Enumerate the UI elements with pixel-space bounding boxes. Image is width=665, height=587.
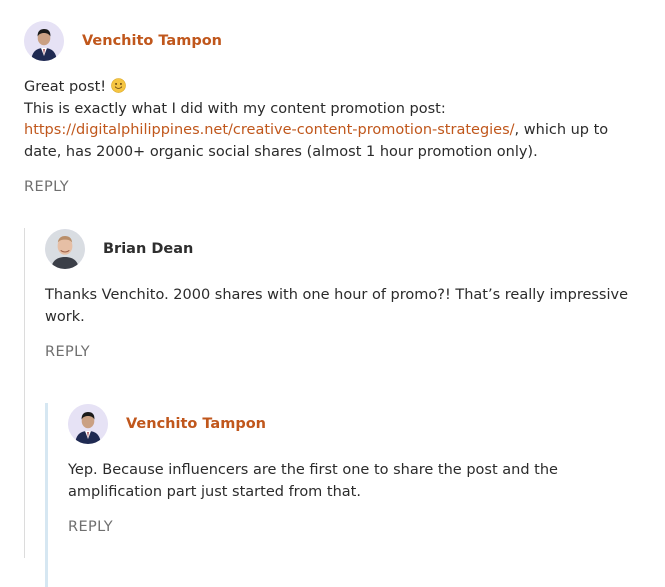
comment-body: Great post! This is exactly what I did w… — [24, 77, 644, 163]
comment-link[interactable]: https://digitalphilippines.net/creative-… — [24, 122, 515, 138]
comment-body: Thanks Venchito. 2000 shares with one ho… — [45, 287, 629, 325]
comment-author[interactable]: Venchito Tampon — [82, 33, 222, 49]
avatar[interactable] — [68, 404, 108, 444]
comment-header: Brian Dean — [45, 228, 644, 270]
avatar[interactable] — [45, 229, 85, 269]
reply-button[interactable]: REPLY — [68, 519, 113, 535]
avatar[interactable] — [24, 21, 64, 61]
comment-text: This is exactly what I did with my conte… — [24, 100, 446, 117]
comment-body: Yep. Because influencers are the first o… — [68, 462, 558, 500]
slightly-smiling-face-icon — [110, 78, 126, 93]
comment-header: Venchito Tampon — [24, 20, 644, 62]
comment-text: Great post! — [24, 79, 107, 95]
comment-reply-thread: Venchito Tampon Yep. Because influencers… — [45, 403, 643, 587]
comment-header: Venchito Tampon — [68, 403, 643, 445]
reply-button[interactable]: REPLY — [24, 179, 69, 195]
comment: Venchito Tampon Great post! This is exac… — [24, 20, 644, 195]
comment-author[interactable]: Brian Dean — [103, 241, 193, 257]
comment-author[interactable]: Venchito Tampon — [126, 416, 266, 432]
reply-button[interactable]: REPLY — [45, 344, 90, 360]
